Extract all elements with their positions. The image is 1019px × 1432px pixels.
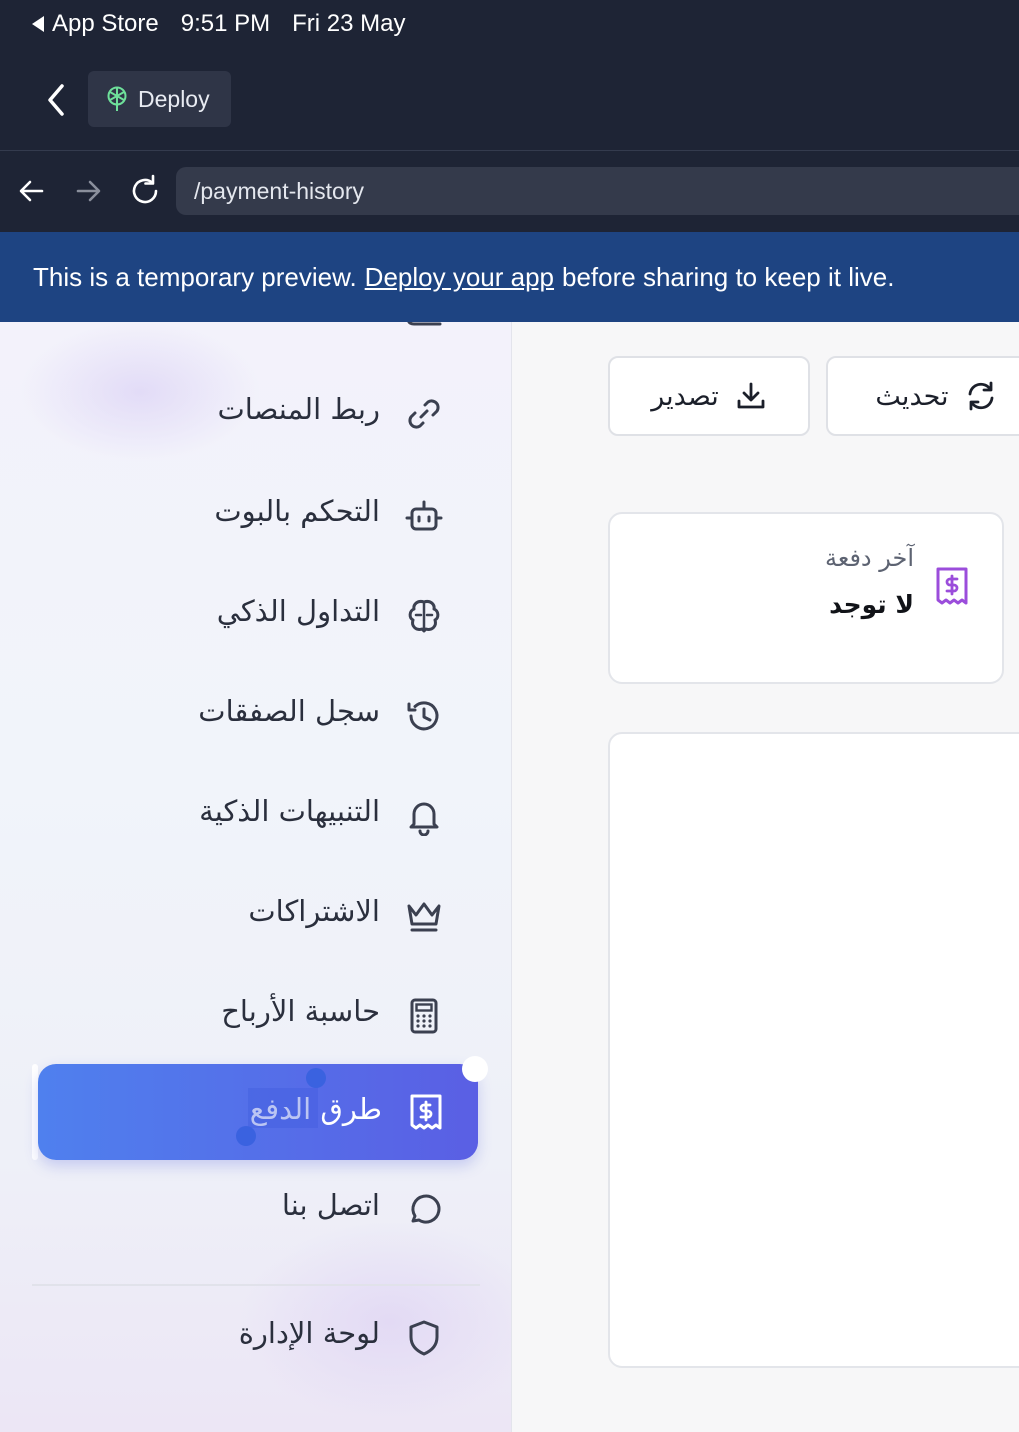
sidebar-item-contact-us[interactable]: اتصل بنا [0, 1178, 511, 1242]
brain-icon [408, 600, 440, 633]
banner-text-before: This is a temporary preview. [33, 261, 357, 292]
sidebar-item-label: التحكم بالبوت [214, 494, 380, 528]
receipt-icon [936, 567, 968, 605]
main-content: تصدير تحديث آخر دفعة لا توجد [513, 322, 1019, 1432]
sidebar-item-admin-panel[interactable]: لوحة الإدارة [0, 1306, 511, 1370]
history-icon [407, 701, 439, 731]
last-payment-card: آخر دفعة لا توجد [608, 512, 1004, 684]
sidebar-item-label: الاشتراكات [248, 894, 380, 928]
reload-icon[interactable] [127, 173, 163, 209]
text-selection-highlight [248, 1088, 318, 1128]
refresh-icon [968, 381, 993, 411]
back-app-label: App Store [52, 10, 159, 37]
link-icon [408, 399, 440, 429]
shield-icon [409, 1320, 439, 1356]
app-header: App Store 9:51 PM Fri 23 May Deploy [0, 0, 1019, 150]
arrow-left-icon[interactable] [14, 173, 50, 209]
sidebar-item-smart-alerts[interactable]: التنبيهات الذكية [0, 784, 511, 848]
notification-dot [462, 1056, 488, 1082]
refresh-button[interactable]: تحديث [826, 356, 1019, 436]
export-button[interactable]: تصدير [608, 356, 810, 436]
last-payment-title: آخر دفعة [825, 544, 914, 572]
status-date: Fri 23 May [292, 10, 406, 37]
last-payment-value: لا توجد [829, 590, 914, 619]
selection-handle-start[interactable] [236, 1126, 256, 1146]
message-circle-icon [411, 1194, 441, 1224]
sidebar-item-label: ربط المنصات [217, 392, 380, 426]
back-to-app-store[interactable]: App Store [32, 10, 159, 38]
sidebar-item-bot-control[interactable]: التحكم بالبوت [0, 484, 511, 548]
sidebar-item-label: سجل الصفقات [198, 694, 380, 728]
sidebar-item-label: التنبيهات الذكية [199, 794, 380, 828]
sidebar-item-subscriptions[interactable]: الاشتراكات [0, 884, 511, 948]
sidebar-item-label: التداول الذكي [216, 594, 380, 628]
status-time: 9:51 PM [180, 10, 271, 37]
status-bar: App Store 9:51 PM Fri 23 May [32, 8, 405, 40]
deploy-button[interactable]: Deploy [88, 71, 231, 127]
sidebar-partial-icon [407, 322, 442, 326]
back-triangle-icon [32, 16, 44, 32]
sidebar-item-trade-history[interactable]: سجل الصفقات [0, 684, 511, 748]
url-text: /payment-history [194, 177, 365, 204]
sidebar-item-platforms[interactable]: ربط المنصات [0, 382, 511, 446]
receipt-icon [410, 1094, 442, 1130]
deploy-icon [107, 86, 127, 111]
calculator-icon [410, 998, 438, 1034]
bell-icon [409, 802, 439, 836]
sidebar-item-label: اتصل بنا [281, 1188, 380, 1222]
arrow-right-icon[interactable] [70, 173, 106, 209]
sidebar: ربط المنصات التحكم بالبوت التداول الذكي … [0, 322, 512, 1432]
bot-icon [405, 500, 443, 531]
deploy-app-link[interactable]: Deploy your app [365, 262, 554, 293]
sidebar-item-label: لوحة الإدارة [238, 1316, 380, 1350]
banner-text-after: before sharing to keep it live. [562, 261, 895, 292]
browser-nav-bar: /payment-history [0, 150, 1019, 232]
chevron-left-icon[interactable] [40, 80, 74, 120]
sidebar-item-profit-calculator[interactable]: حاسبة الأرباح [0, 984, 511, 1048]
export-label: تصدير [651, 380, 719, 412]
sidebar-item-smart-trading[interactable]: التداول الذكي [0, 584, 511, 648]
selection-handle-end[interactable] [306, 1068, 326, 1088]
refresh-label: تحديث [875, 380, 949, 412]
payment-history-table-card [608, 732, 1019, 1368]
url-bar[interactable]: /payment-history [176, 167, 1019, 215]
sidebar-divider [32, 1284, 480, 1286]
download-icon [737, 382, 765, 409]
deploy-label: Deploy [138, 85, 210, 112]
sidebar-item-label: حاسبة الأرباح [221, 994, 380, 1028]
crown-icon [407, 902, 441, 932]
preview-banner: This is a temporary preview. Deploy your… [0, 232, 1019, 322]
